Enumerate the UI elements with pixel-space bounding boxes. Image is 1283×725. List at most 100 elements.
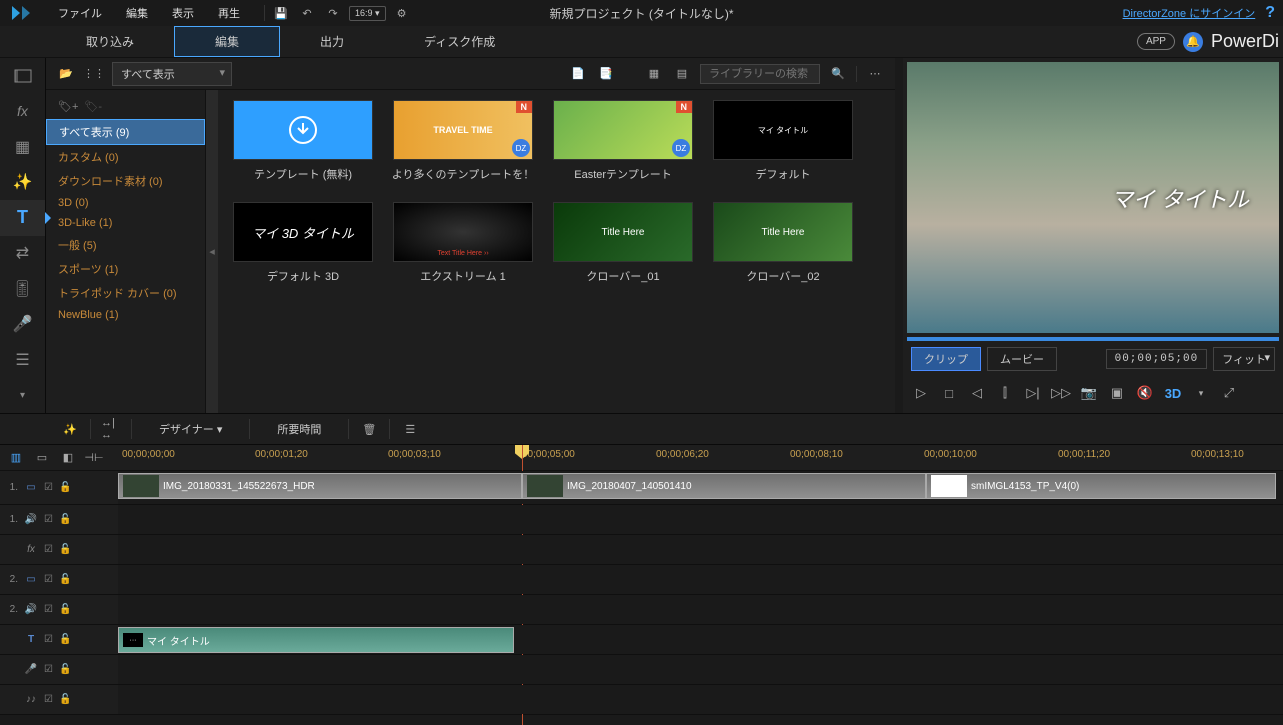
delete-icon[interactable]: 🗑	[359, 419, 379, 439]
play-icon[interactable]: ▷	[911, 383, 931, 403]
lib-extra-icon[interactable]: ⋯	[865, 64, 885, 84]
template-extreme[interactable]: Text Title Here ›› エクストリーム 1	[388, 202, 538, 284]
zoom-fit-dropdown[interactable]: フィット	[1213, 347, 1275, 371]
undo-icon[interactable]: ↶	[297, 3, 317, 23]
more-mid-icon[interactable]: ☰	[400, 419, 420, 439]
tl-marker-icon[interactable]: ◧	[58, 448, 78, 468]
tag-add-icon[interactable]: 🏷+	[58, 100, 78, 113]
tree-item-3dlike[interactable]: 3D-Like (1)	[46, 213, 205, 233]
clip-v1c[interactable]: smIMGL4153_TP_V4(0)	[926, 473, 1276, 499]
aspect-ratio[interactable]: 16:9 ▾	[349, 6, 386, 21]
clip-title[interactable]: ···マイ タイトル	[118, 627, 514, 653]
template-free[interactable]: テンプレート (無料)	[228, 100, 378, 182]
tree-item-sports[interactable]: スポーツ (1)	[46, 257, 205, 281]
fx-room-icon[interactable]: fx	[0, 94, 45, 130]
pip-room-icon[interactable]: ▦	[0, 129, 45, 165]
align-icon[interactable]: ↔|↔	[101, 419, 121, 439]
track-header-voice[interactable]: 🎤☑🔓	[0, 655, 118, 684]
menu-play[interactable]: 再生	[208, 1, 250, 25]
track-header-v1[interactable]: 1.▭☑🔓	[0, 471, 118, 504]
tree-item-tripod[interactable]: トライポッド カバー (0)	[46, 281, 205, 305]
search-icon[interactable]: 🔍	[828, 64, 848, 84]
filter-dropdown[interactable]: すべて表示	[112, 62, 232, 86]
tree-item-newblue[interactable]: NewBlue (1)	[46, 305, 205, 325]
undock-icon[interactable]: ⤢	[1219, 383, 1239, 403]
clip-v1b[interactable]: IMG_20180407_140501410	[522, 473, 926, 499]
magic-icon[interactable]: ✨	[60, 419, 80, 439]
clip-mode-button[interactable]: クリップ	[911, 347, 981, 371]
template-default3d[interactable]: マイ 3D タイトル デフォルト 3D	[228, 202, 378, 284]
template-easter[interactable]: NDZ Easterテンプレート	[548, 100, 698, 182]
tl-mode1-icon[interactable]: ▥	[6, 448, 26, 468]
media-room-icon[interactable]	[0, 58, 45, 94]
track-header-a1[interactable]: 1.🔊☑🔓	[0, 505, 118, 534]
track-title: T☑🔓 ···マイ タイトル	[0, 625, 1283, 655]
save-icon[interactable]: 💾	[271, 3, 291, 23]
next-frame-icon[interactable]: ▷|	[1023, 383, 1043, 403]
notification-icon[interactable]: 🔔	[1183, 32, 1203, 52]
preview-video[interactable]: マイ タイトル	[907, 62, 1279, 333]
particle-room-icon[interactable]: ✨	[0, 165, 45, 201]
step-icon[interactable]: ⫿	[995, 383, 1015, 403]
chapter-room-icon[interactable]: ☰	[0, 342, 45, 378]
snapshot-icon[interactable]: 📷	[1079, 383, 1099, 403]
signin-link[interactable]: DirectorZone にサインイン	[1123, 5, 1256, 21]
menu-edit[interactable]: 編集	[116, 1, 158, 25]
help-icon[interactable]: ?	[1265, 4, 1275, 22]
track-header-title[interactable]: T☑🔓	[0, 625, 118, 654]
tree-item-all[interactable]: すべて表示 (9)	[46, 119, 205, 145]
track-header-a2[interactable]: 2.🔊☑🔓	[0, 595, 118, 624]
menu-file[interactable]: ファイル	[48, 1, 112, 25]
timecode-display[interactable]: 00;00;05;00	[1106, 349, 1208, 369]
template-clover2[interactable]: Title Here クローバー_02	[708, 202, 858, 284]
track-header-music[interactable]: ♪♪☑🔓	[0, 685, 118, 714]
track-header-v2[interactable]: 2.▭☑🔓	[0, 565, 118, 594]
tree-item-3d[interactable]: 3D (0)	[46, 193, 205, 213]
tree-item-download[interactable]: ダウンロード素材 (0)	[46, 169, 205, 193]
new-copy-icon[interactable]: 📑	[596, 64, 616, 84]
quality-icon[interactable]: ▣	[1107, 383, 1127, 403]
3d-drop-icon[interactable]: ▾	[1191, 383, 1211, 403]
fast-forward-icon[interactable]: ▷▷	[1051, 383, 1071, 403]
tl-snap-icon[interactable]: ⊣⊢	[84, 448, 104, 468]
menu-view[interactable]: 表示	[162, 1, 204, 25]
new-item-icon[interactable]: 📄	[568, 64, 588, 84]
settings-icon[interactable]: ⚙	[392, 3, 412, 23]
more-icon[interactable]: ▾	[0, 378, 45, 414]
title-room-icon[interactable]: T	[0, 200, 45, 236]
designer-button[interactable]: デザイナー ▾	[142, 416, 239, 442]
detail-view-icon[interactable]: ▤	[672, 64, 692, 84]
tag-remove-icon[interactable]: 🏷-	[84, 100, 102, 113]
duration-button[interactable]: 所要時間	[260, 416, 338, 442]
template-clover1[interactable]: Title Here クローバー_01	[548, 202, 698, 284]
stop-icon[interactable]: □	[939, 383, 959, 403]
movie-mode-button[interactable]: ムービー	[987, 347, 1057, 371]
template-default[interactable]: マイ タイトル デフォルト	[708, 100, 858, 182]
grid-view-icon[interactable]: ▦	[644, 64, 664, 84]
tl-mode2-icon[interactable]: ▭	[32, 448, 52, 468]
clip-v1a[interactable]: IMG_20180331_145522673_HDR	[118, 473, 522, 499]
tree-item-custom[interactable]: カスタム (0)	[46, 145, 205, 169]
redo-icon[interactable]: ↷	[323, 3, 343, 23]
prev-frame-icon[interactable]: ◁	[967, 383, 987, 403]
mute-icon[interactable]: 🔇	[1135, 383, 1155, 403]
track-header-fx[interactable]: fx☑🔓	[0, 535, 118, 564]
transition-room-icon[interactable]: ⇄	[0, 236, 45, 272]
collapse-tree-icon[interactable]: ◂	[206, 90, 218, 413]
search-input[interactable]	[700, 64, 820, 84]
lib-menu-icon[interactable]: ⋮⋮	[84, 64, 104, 84]
template-more[interactable]: TRAVEL TIMENDZ より多くのテンプレートを！	[388, 100, 538, 182]
voice-room-icon[interactable]: 🎤	[0, 307, 45, 343]
ruler-times[interactable]: 00;00;00;00 00;00;01;20 00;00;03;10 00;0…	[118, 445, 1283, 470]
timeline-ruler[interactable]: ▥ ▭ ◧ ⊣⊢ 00;00;00;00 00;00;01;20 00;00;0…	[0, 445, 1283, 471]
audio-mix-room-icon[interactable]: 🎚	[0, 271, 45, 307]
preview-title-overlay: マイ タイトル	[1111, 182, 1249, 214]
app-badge[interactable]: APP	[1137, 33, 1175, 50]
tree-item-general[interactable]: 一般 (5)	[46, 233, 205, 257]
3d-icon[interactable]: 3D	[1163, 383, 1183, 403]
import-media-icon[interactable]: 📂	[56, 64, 76, 84]
tab-edit[interactable]: 編集	[174, 26, 280, 57]
tab-output[interactable]: 出力	[280, 27, 384, 56]
tab-disc[interactable]: ディスク作成	[384, 27, 535, 56]
tab-import[interactable]: 取り込み	[46, 27, 174, 56]
